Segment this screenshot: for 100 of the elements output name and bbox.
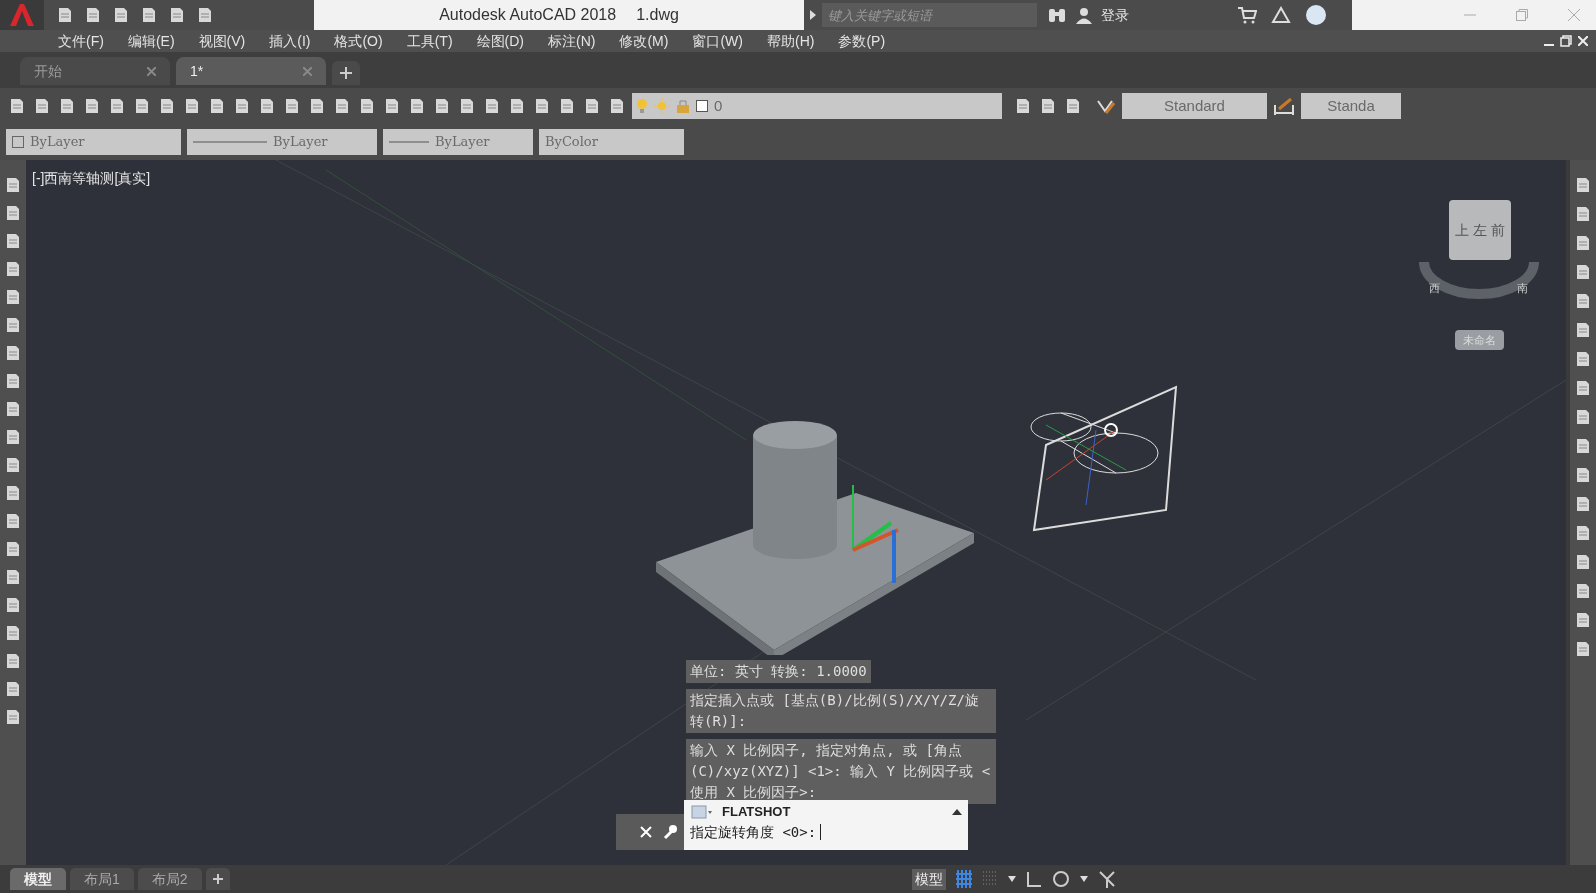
draw-tool-icon[interactable] (4, 344, 22, 362)
toolbar-icon[interactable] (84, 6, 102, 24)
toolbar-icon[interactable] (1064, 97, 1082, 115)
modify-tool-icon[interactable] (1574, 611, 1592, 629)
modify-tool-icon[interactable] (1574, 379, 1592, 397)
toolbar-icon[interactable] (183, 97, 201, 115)
compass-label[interactable]: 西 (1429, 280, 1440, 297)
search-field[interactable]: 键入关键字或短语 (822, 3, 1037, 27)
viewport-label[interactable]: [-]西南等轴测[真实] (32, 168, 151, 189)
toolbar-icon[interactable] (8, 97, 26, 115)
draw-tool-icon[interactable] (4, 260, 22, 278)
toolbar-icon[interactable] (133, 97, 151, 115)
model-space-button[interactable]: 模型 (912, 868, 946, 890)
ortho-icon[interactable] (1026, 871, 1042, 887)
modify-tool-icon[interactable] (1574, 524, 1592, 542)
toolbar-icon[interactable] (458, 97, 476, 115)
toolbar-icon[interactable] (508, 97, 526, 115)
wrench-icon[interactable] (662, 824, 678, 840)
lineweight-dropdown[interactable]: ByLayer (383, 129, 533, 155)
toolbar-icon[interactable] (108, 97, 126, 115)
menu-item[interactable]: 文件(F) (58, 30, 104, 52)
linetype-dropdown[interactable]: ByLayer (187, 129, 377, 155)
toolbar-icon[interactable] (358, 97, 376, 115)
menu-item[interactable]: 修改(M) (619, 30, 669, 52)
draw-tool-icon[interactable] (4, 204, 22, 222)
toolbar-icon[interactable] (168, 6, 186, 24)
file-tab[interactable]: 1* (176, 57, 326, 85)
menu-item[interactable]: 插入(I) (269, 30, 311, 52)
restore-icon[interactable] (1560, 35, 1572, 47)
polar-tracking-icon[interactable] (1052, 870, 1070, 888)
toolbar-icon[interactable] (83, 97, 101, 115)
toolbar-icon[interactable] (258, 97, 276, 115)
menu-item[interactable]: 标注(N) (548, 30, 596, 52)
login-link[interactable]: 登录 (1101, 4, 1129, 26)
toolbar-icon[interactable] (140, 6, 158, 24)
toolbar-icon[interactable] (308, 97, 326, 115)
toolbar-icon[interactable] (533, 97, 551, 115)
add-layout-button[interactable] (205, 868, 230, 890)
cube-face-label[interactable]: 上 (1455, 219, 1469, 241)
toolbar-icon[interactable] (433, 97, 451, 115)
dimension-style-dropdown[interactable]: Standa (1301, 93, 1401, 119)
modify-tool-icon[interactable] (1574, 234, 1592, 252)
dimension-style-icon[interactable] (1273, 95, 1295, 117)
draw-tool-icon[interactable] (4, 680, 22, 698)
modify-tool-icon[interactable] (1574, 321, 1592, 339)
view-cube[interactable]: 上 左 前 (1449, 200, 1511, 260)
expand-arrow-icon[interactable] (810, 10, 816, 20)
draw-tool-icon[interactable] (4, 484, 22, 502)
binoculars-icon[interactable] (1047, 6, 1067, 24)
draw-tool-icon[interactable] (4, 400, 22, 418)
modify-tool-icon[interactable] (1574, 553, 1592, 571)
draw-tool-icon[interactable] (4, 288, 22, 306)
toolbar-icon[interactable] (483, 97, 501, 115)
draw-tool-icon[interactable] (4, 568, 22, 586)
toolbar-icon[interactable] (1039, 97, 1057, 115)
toolbar-icon[interactable] (408, 97, 426, 115)
triangle-network-icon[interactable] (1271, 6, 1291, 24)
snap-dots-icon[interactable] (982, 871, 998, 887)
modify-tool-icon[interactable] (1574, 205, 1592, 223)
modify-tool-icon[interactable] (1574, 466, 1592, 484)
draw-tool-icon[interactable] (4, 428, 22, 446)
toolbar-icon[interactable] (1014, 97, 1032, 115)
text-style-dropdown[interactable]: Standard (1122, 93, 1267, 119)
layout-tab[interactable]: 布局1 (70, 868, 134, 890)
draw-tool-icon[interactable] (4, 596, 22, 614)
toolbar-icon[interactable] (558, 97, 576, 115)
modify-tool-icon[interactable] (1574, 640, 1592, 658)
toolbar-icon[interactable] (196, 6, 214, 24)
toolbar-icon[interactable] (233, 97, 251, 115)
cart-icon[interactable] (1237, 6, 1257, 24)
draw-tool-icon[interactable] (4, 652, 22, 670)
toolbar-icon[interactable] (583, 97, 601, 115)
layout-tab[interactable]: 模型 (10, 868, 66, 890)
cube-face-label[interactable]: 左 (1473, 219, 1487, 241)
menu-item[interactable]: 窗口(W) (692, 30, 743, 52)
draw-tool-icon[interactable] (4, 232, 22, 250)
menu-item[interactable]: 参数(P) (838, 30, 886, 52)
draw-tool-icon[interactable] (4, 624, 22, 642)
dropdown-arrow-icon[interactable] (1080, 876, 1088, 882)
new-tab-button[interactable] (332, 61, 360, 85)
toolbar-icon[interactable] (208, 97, 226, 115)
toolbar-icon[interactable] (283, 97, 301, 115)
toolbar-icon[interactable] (58, 97, 76, 115)
toolbar-icon[interactable] (112, 6, 130, 24)
layout-tab[interactable]: 布局2 (137, 868, 202, 890)
draw-tool-icon[interactable] (4, 176, 22, 194)
cube-face-label[interactable]: 前 (1491, 219, 1505, 241)
menu-item[interactable]: 视图(V) (198, 30, 246, 52)
user-icon[interactable] (1075, 6, 1093, 24)
modify-tool-icon[interactable] (1574, 292, 1592, 310)
file-tab[interactable]: 开始 (20, 57, 170, 85)
draw-tool-icon[interactable] (4, 540, 22, 558)
menu-item[interactable]: 绘图(D) (476, 30, 524, 52)
toolbar-icon[interactable] (33, 97, 51, 115)
toolbar-icon[interactable] (383, 97, 401, 115)
isometric-icon[interactable] (1098, 870, 1116, 888)
modify-tool-icon[interactable] (1574, 408, 1592, 426)
compass-label[interactable]: 南 (1517, 280, 1528, 297)
menu-item[interactable]: 工具(T) (406, 30, 453, 52)
history-arrow-icon[interactable] (952, 807, 962, 816)
